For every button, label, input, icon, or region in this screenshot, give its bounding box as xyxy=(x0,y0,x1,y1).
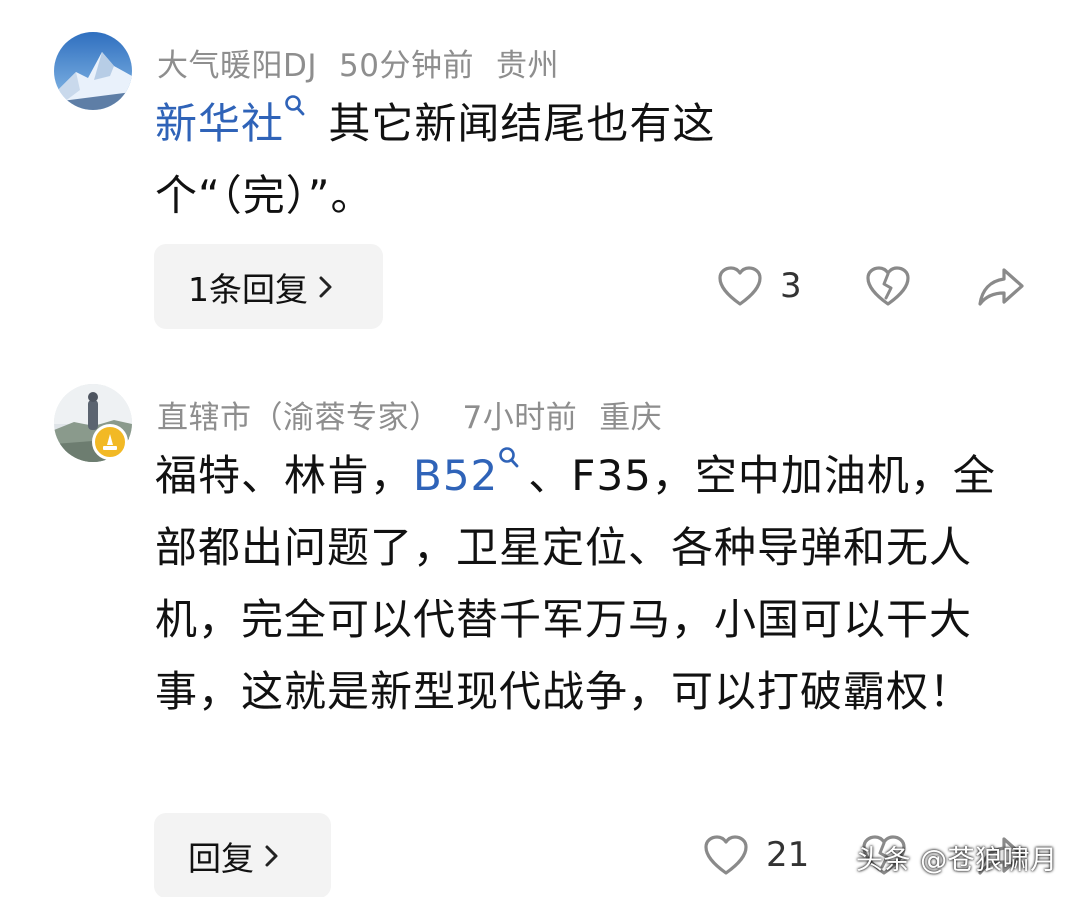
location: 重庆 xyxy=(599,400,663,436)
location: 贵州 xyxy=(495,48,559,84)
chevron-right-icon xyxy=(264,843,280,869)
heart-icon[interactable] xyxy=(716,264,764,312)
chevron-right-icon xyxy=(318,274,334,300)
comment-item: 大气暖阳DJ 50分钟前 贵州 新华社 其它新闻结尾也有这个“（完）”。 1条回复 … xyxy=(0,0,1080,350)
timestamp: 7小时前 xyxy=(462,400,578,436)
topic-link[interactable]: B52 xyxy=(413,451,498,500)
comment-actions: 3 xyxy=(700,244,1040,329)
share-icon[interactable] xyxy=(976,264,1026,312)
reply-label: 1条回复 xyxy=(188,269,308,309)
verified-badge-icon xyxy=(92,424,128,460)
view-replies-button[interactable]: 1条回复 xyxy=(154,244,383,329)
comment-text: 福特、林肯，B52 、F35，空中加油机，全部都出问题了，卫星定位、各种导弹和无人… xyxy=(155,440,1005,728)
heart-icon[interactable] xyxy=(702,833,750,881)
search-icon xyxy=(284,94,306,124)
comment-meta: 大气暖阳DJ 50分钟前 贵州 xyxy=(157,40,581,85)
comment-text: 新华社 其它新闻结尾也有这个“（完）”。 xyxy=(155,88,875,232)
username[interactable]: 大气暖阳DJ xyxy=(157,48,317,84)
comment-meta: 直辖市（渝蓉专家） 7小时前 重庆 xyxy=(157,392,684,437)
reply-label: 回复 xyxy=(188,838,254,878)
topic-link[interactable]: 新华社 xyxy=(155,99,284,148)
comment-list: 大气暖阳DJ 50分钟前 贵州 新华社 其它新闻结尾也有这个“（完）”。 1条回复 … xyxy=(0,0,1080,897)
comment-body-start: 福特、林肯， xyxy=(155,451,414,500)
avatar[interactable] xyxy=(54,32,132,110)
watermark: 头条 @苍狼啸月 xyxy=(856,845,1058,876)
comment-item: 直辖市（渝蓉专家） 7小时前 重庆 福特、林肯，B52 、F35，空中加油机，全部都出… xyxy=(0,380,1080,897)
like-count: 21 xyxy=(766,835,810,875)
timestamp: 50分钟前 xyxy=(339,48,474,84)
like-count: 3 xyxy=(780,266,802,306)
reply-button[interactable]: 回复 xyxy=(154,813,331,897)
username[interactable]: 直辖市（渝蓉专家） xyxy=(157,400,441,436)
broken-heart-icon[interactable] xyxy=(864,264,912,312)
search-icon xyxy=(498,446,520,476)
